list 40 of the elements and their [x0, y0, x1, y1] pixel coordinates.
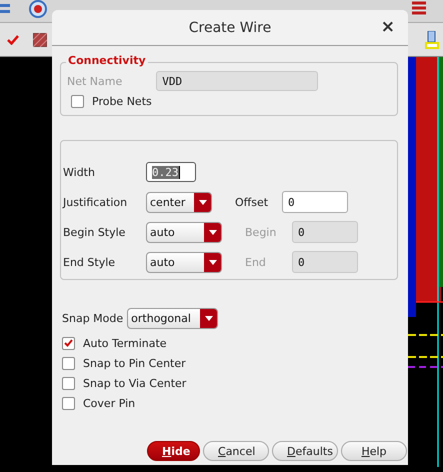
field-label: Net Name — [67, 74, 122, 88]
checkbox[interactable] — [71, 94, 84, 108]
caret-icon — [208, 230, 216, 234]
caret-icon — [208, 260, 216, 264]
close-button[interactable]: × — [378, 18, 398, 36]
caret-icon — [204, 316, 213, 321]
field-label: End Style — [63, 256, 116, 268]
hatch-icon[interactable] — [33, 33, 47, 47]
checkbox[interactable] — [62, 336, 75, 350]
checkbox-label: Snap to Via Center — [83, 376, 186, 390]
dropdown[interactable]: orthogonal — [127, 308, 218, 329]
pin-icon[interactable] — [425, 31, 439, 49]
field-label: Offset — [235, 196, 270, 208]
refresh-icon[interactable] — [28, 0, 48, 18]
width-field[interactable]: 0.23 — [146, 162, 196, 182]
checkbox-label: Cover Pin — [83, 396, 136, 410]
default-button[interactable]: Hide — [147, 441, 200, 461]
checkbox-label: Snap to Pin Center — [83, 356, 186, 370]
dialog-button[interactable]: Cancel — [203, 441, 269, 461]
input-field[interactable]: 0 — [282, 191, 348, 213]
checkbox[interactable] — [62, 356, 75, 370]
dropdown[interactable]: center — [146, 192, 212, 212]
checkbox[interactable] — [62, 376, 75, 390]
field-label: Justification — [63, 196, 128, 208]
dialog-button[interactable]: Help — [341, 441, 407, 461]
checkbox[interactable] — [62, 396, 75, 410]
field-label: Width — [63, 166, 96, 178]
field-label: Begin Style — [63, 226, 126, 238]
window-title: Create Wire — [188, 20, 272, 36]
toolbar-icon[interactable] — [410, 0, 428, 16]
dialog-button[interactable]: Defaults — [272, 441, 338, 461]
group-title: Connectivity — [66, 54, 148, 67]
field-label: Snap Mode — [62, 312, 124, 325]
field-label: Begin — [245, 226, 278, 238]
field-label: End — [245, 256, 267, 268]
checkbox-label: Auto Terminate — [83, 336, 167, 350]
checkmark-icon[interactable] — [7, 35, 19, 45]
checkbox-label: Probe Nets — [92, 94, 152, 108]
list-icon[interactable] — [0, 3, 10, 15]
caret-icon — [198, 200, 206, 204]
